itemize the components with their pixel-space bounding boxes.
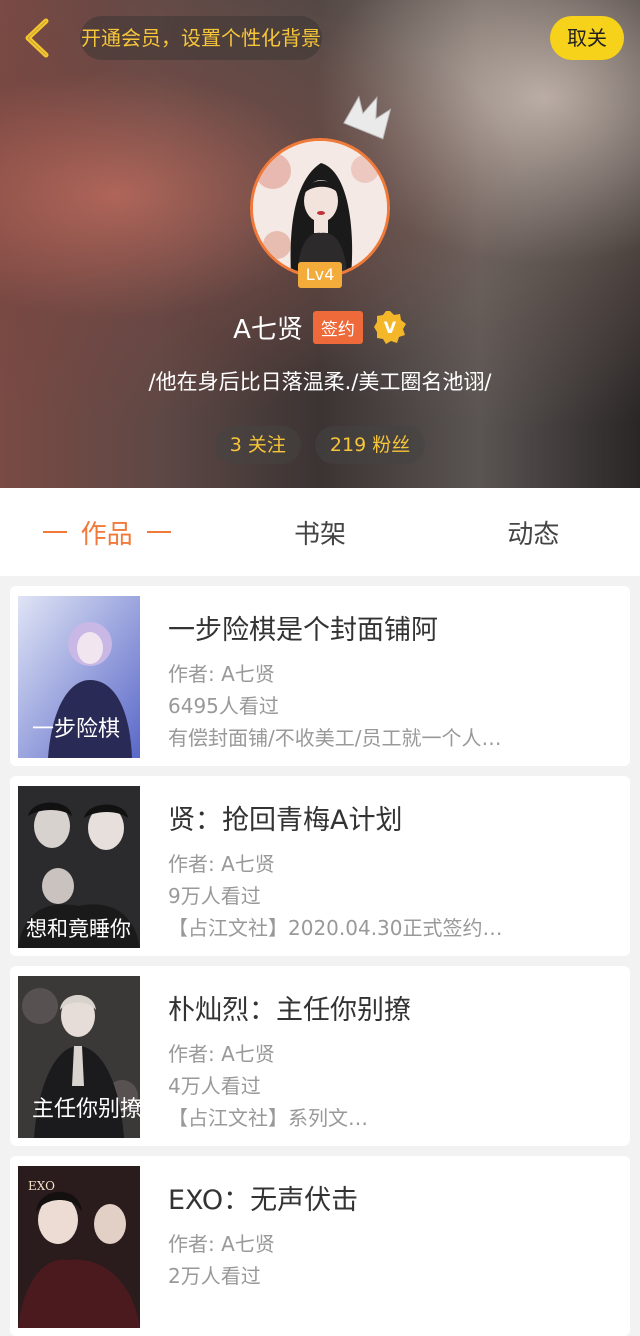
tab-indicator-left — [42, 531, 67, 533]
bio: /他在身后比日落温柔./美工圈名池诩/ — [148, 370, 492, 394]
book-cover: EXO — [18, 1166, 140, 1328]
cover-title: 一步险棋 — [32, 717, 120, 742]
book-views: 2万人看过 — [168, 1264, 261, 1288]
level-badge: Lv4 — [298, 262, 342, 288]
back-button[interactable] — [14, 14, 58, 62]
tab-label: 动态 — [507, 519, 560, 550]
cover-title: 主任你别撩 — [32, 1097, 140, 1122]
book-author: 作者: A七贤 — [168, 662, 275, 686]
stats-row: 3 关注 219 粉丝 — [0, 426, 640, 464]
avatar-image — [253, 141, 387, 275]
book-description: 有偿封面铺/不收美工/员工就一个人… — [168, 726, 502, 750]
book-title: 贤：抢回青梅A计划 — [168, 805, 403, 836]
verified-v-icon: V — [373, 311, 406, 344]
book-views: 4万人看过 — [168, 1074, 261, 1098]
list-item[interactable]: 想和竟睡你 贤：抢回青梅A计划 作者: A七贤 9万人看过 【占江文社】2020… — [10, 776, 630, 956]
book-title: EXO：无声伏击 — [168, 1185, 359, 1216]
signed-badge: 签约 — [312, 310, 363, 344]
tab-label: 书架 — [293, 519, 346, 550]
list-item[interactable]: 一步险棋 一步险棋是个封面铺阿 作者: A七贤 6495人看过 有偿封面铺/不收… — [10, 586, 630, 766]
vip-background-prompt[interactable]: 开通会员，设置个性化背景 — [80, 16, 322, 60]
tab-bookshelf[interactable]: 书架 — [213, 488, 426, 576]
book-views: 6495人看过 — [168, 694, 279, 718]
list-item[interactable]: 主任你别撩 朴灿烈：主任你别撩 作者: A七贤 4万人看过 【占江文社】系列文… — [10, 966, 630, 1146]
chevron-left-icon — [25, 18, 49, 58]
book-views: 9万人看过 — [168, 884, 261, 908]
following-count[interactable]: 3 关注 — [214, 426, 301, 464]
book-author: 作者: A七贤 — [168, 1042, 275, 1066]
avatar[interactable] — [250, 138, 390, 278]
book-cover: 主任你别撩 — [18, 976, 140, 1138]
book-title: 一步险棋是个封面铺阿 — [168, 615, 438, 646]
book-author: 作者: A七贤 — [168, 1232, 275, 1256]
book-author: 作者: A七贤 — [168, 852, 275, 876]
book-list: 一步险棋 一步险棋是个封面铺阿 作者: A七贤 6495人看过 有偿封面铺/不收… — [0, 576, 640, 1336]
book-title: 朴灿烈：主任你别撩 — [168, 995, 411, 1026]
list-item[interactable]: EXO EXO：无声伏击 作者: A七贤 2万人看过 — [10, 1156, 630, 1336]
followers-count[interactable]: 219 粉丝 — [314, 426, 426, 464]
name-row: A七贤 签约 V — [0, 306, 640, 348]
book-description: 【占江文社】2020.04.30正式签约… — [168, 916, 503, 940]
tab-indicator-right — [146, 531, 171, 533]
tab-bar: 作品 书架 动态 — [0, 488, 640, 576]
crown-icon — [343, 95, 392, 140]
unfollow-button[interactable]: 取关 — [550, 16, 624, 60]
cover-title: 想和竟睡你 — [26, 917, 131, 941]
profile-header: 开通会员，设置个性化背景 取关 Lv4 A七贤 签约 V /他在身后比日落温柔.… — [0, 0, 640, 488]
tab-activity[interactable]: 动态 — [427, 488, 640, 576]
cover-title: EXO — [28, 1179, 55, 1193]
book-cover: 想和竟睡你 — [18, 786, 140, 948]
tab-label: 作品 — [80, 519, 133, 550]
verified-v-text: V — [384, 318, 397, 337]
book-cover: 一步险棋 — [18, 596, 140, 758]
username: A七贤 — [233, 314, 303, 345]
book-description: 【占江文社】系列文… — [168, 1106, 368, 1130]
tab-works[interactable]: 作品 — [0, 488, 213, 576]
